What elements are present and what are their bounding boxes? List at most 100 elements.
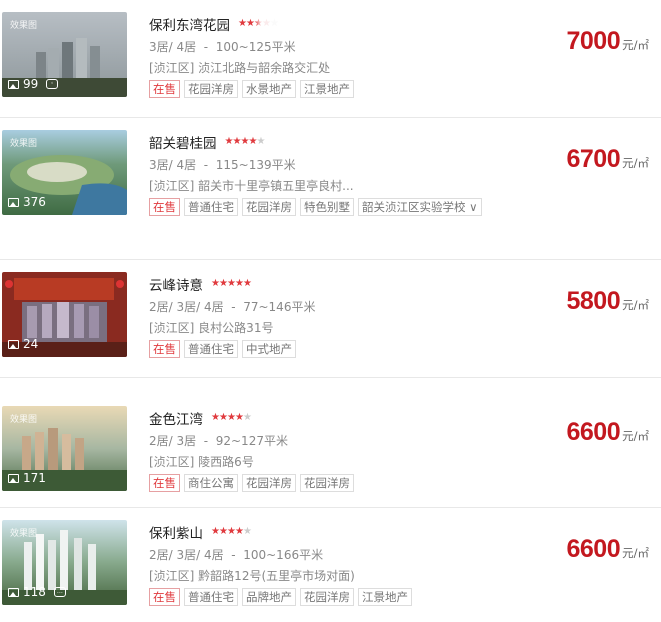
feature-tag: 特色别墅	[300, 198, 354, 216]
listing-name[interactable]: 云峰诗意	[149, 274, 203, 294]
listing-thumbnail[interactable]: 效果图 171	[2, 406, 127, 491]
price-value: 5800	[566, 287, 621, 315]
rating-stars: ★★★★★	[211, 412, 252, 423]
star-icon: ★	[246, 18, 255, 29]
photo-count: 118 …	[8, 585, 66, 599]
tag-list: 在售 商住公寓 花园洋房 花园洋房	[149, 474, 358, 492]
star-icon: ★	[240, 136, 250, 147]
tag-list: 在售 普通住宅 花园洋房 特色别墅 韶关浈江区实验学校 ∨	[149, 198, 486, 216]
star-icon: ★	[227, 526, 236, 537]
listing-name[interactable]: 金色江湾	[149, 408, 203, 428]
360-view-icon: ◦	[46, 79, 59, 89]
tag-list: 在售 普通住宅 品牌地产 花园洋房 江景地产	[149, 588, 416, 606]
star-half-icon: ★	[243, 278, 252, 289]
star-icon: ★	[224, 136, 234, 147]
price-unit: 元/㎡	[622, 429, 649, 443]
rating-stars: ★★★★★	[224, 136, 266, 147]
watermark-label: 效果图	[10, 138, 38, 148]
watermark-label: 效果图	[10, 20, 38, 30]
feature-tag: 水景地产	[242, 80, 296, 98]
star-icon: ★	[211, 278, 220, 289]
star-icon: ★	[219, 526, 228, 537]
star-empty-icon: ★	[243, 412, 252, 423]
listing-thumbnail[interactable]: 效果图 376	[2, 130, 127, 215]
price-unit: 元/㎡	[622, 156, 649, 170]
watermark-label: 效果图	[10, 414, 38, 424]
listing-item[interactable]: 效果图 99 ◦ 保利东湾花园 ★★★★★ 3居/ 4居 - 100~125平米…	[0, 0, 661, 118]
star-half-icon: ★	[235, 412, 244, 423]
school-tag-dropdown[interactable]: 韶关浈江区实验学校 ∨	[358, 198, 482, 216]
status-badge: 在售	[149, 80, 180, 98]
star-empty-icon: ★	[256, 136, 266, 147]
star-icon: ★	[227, 412, 236, 423]
listing-item[interactable]: 效果图 376 韶关碧桂园 ★ ★ ★ ★ ★ 3居/ 4居 - 115~139平米 […	[0, 118, 661, 260]
layout-area: 3居/ 4居 - 100~125平米	[149, 40, 296, 54]
rating-stars: ★★★★★	[211, 278, 252, 289]
chat-icon[interactable]: …	[53, 587, 66, 597]
feature-tag: 花园洋房	[184, 80, 238, 98]
photo-count: 171	[8, 471, 46, 485]
photo-icon	[8, 587, 19, 597]
address: [浈江区] 浈江北路与韶余路交汇处	[149, 61, 331, 75]
photo-count: 376	[8, 195, 46, 209]
price-unit: 元/㎡	[622, 298, 649, 312]
star-icon: ★	[227, 278, 236, 289]
status-badge: 在售	[149, 340, 180, 358]
listing-thumbnail[interactable]: 效果图 99 ◦	[2, 12, 127, 97]
price-unit: 元/㎡	[622, 546, 649, 560]
price: 6700 元/㎡	[567, 145, 650, 174]
address: [浈江区] 韶关市十里亭镇五里亭良村...	[149, 179, 354, 193]
price-value: 6600	[566, 418, 621, 446]
photo-icon	[8, 339, 19, 349]
listing-name[interactable]: 保利紫山	[149, 522, 203, 542]
rating-stars: ★★★★★	[211, 526, 252, 537]
feature-tag: 普通住宅	[184, 198, 238, 216]
price-value: 7000	[566, 27, 621, 55]
feature-tag: 花园洋房	[242, 198, 296, 216]
price: 7000 元/㎡	[567, 27, 650, 56]
listing-name[interactable]: 韶关碧桂园	[149, 132, 217, 152]
star-half-icon: ★	[235, 526, 244, 537]
watermark-label: 效果图	[10, 528, 38, 538]
price-value: 6600	[566, 535, 621, 563]
status-badge: 在售	[149, 588, 180, 606]
listing-item[interactable]: 效果图 118 … 保利紫山 ★ ★ ★ ★ ★ 2居/ 3居/ 4居 - 100~16…	[0, 508, 661, 622]
star-icon: ★	[211, 412, 220, 423]
listing-thumbnail[interactable]: 24	[2, 272, 127, 357]
star-empty-icon: ★	[243, 526, 252, 537]
feature-tag: 江景地产	[300, 80, 354, 98]
star-icon: ★	[211, 526, 220, 537]
star-icon: ★	[219, 412, 228, 423]
price-value: 6700	[566, 145, 621, 173]
layout-area: 3居/ 4居 - 115~139平米	[149, 158, 296, 172]
photo-count: 99 ◦	[8, 77, 59, 91]
photo-icon	[8, 473, 19, 483]
star-half-icon: ★	[248, 136, 258, 147]
feature-tag: 中式地产	[242, 340, 296, 358]
star-icon: ★	[219, 278, 228, 289]
listing-name[interactable]: 保利东湾花园	[149, 14, 230, 34]
status-badge: 在售	[149, 474, 180, 492]
blurred-region	[258, 12, 348, 32]
blurred-region	[470, 60, 655, 82]
layout-area: 2居/ 3居 - 92~127平米	[149, 434, 288, 448]
feature-tag: 花园洋房	[300, 474, 354, 492]
layout-area: 2居/ 3居/ 4居 - 77~146平米	[149, 300, 316, 314]
tag-list: 在售 花园洋房 水景地产 江景地产	[149, 80, 358, 98]
address: [浈江区] 陵西路6号	[149, 455, 254, 469]
price-unit: 元/㎡	[622, 38, 649, 52]
listing-thumbnail[interactable]: 效果图 118 …	[2, 520, 127, 605]
feature-tag: 商住公寓	[184, 474, 238, 492]
status-badge: 在售	[149, 198, 180, 216]
price: 6600 元/㎡	[567, 535, 650, 564]
feature-tag: 江景地产	[358, 588, 412, 606]
layout-area: 2居/ 3居/ 4居 - 100~166平米	[149, 548, 324, 562]
price: 5800 元/㎡	[567, 287, 650, 316]
listing-item[interactable]: 24 云峰诗意 ★ ★ ★ ★ ★ 2居/ 3居/ 4居 - 77~146平米 [浈江区…	[0, 260, 661, 378]
photo-icon	[8, 197, 19, 207]
star-icon: ★	[232, 136, 242, 147]
property-list: 效果图 99 ◦ 保利东湾花园 ★★★★★ 3居/ 4居 - 100~125平米…	[0, 0, 661, 622]
listing-item[interactable]: 效果图 171 金色江湾 ★ ★ ★ ★ ★ 2居/ 3居 - 92~127平米 [浈江…	[0, 378, 661, 508]
feature-tag: 普通住宅	[184, 340, 238, 358]
price: 6600 元/㎡	[567, 418, 650, 447]
